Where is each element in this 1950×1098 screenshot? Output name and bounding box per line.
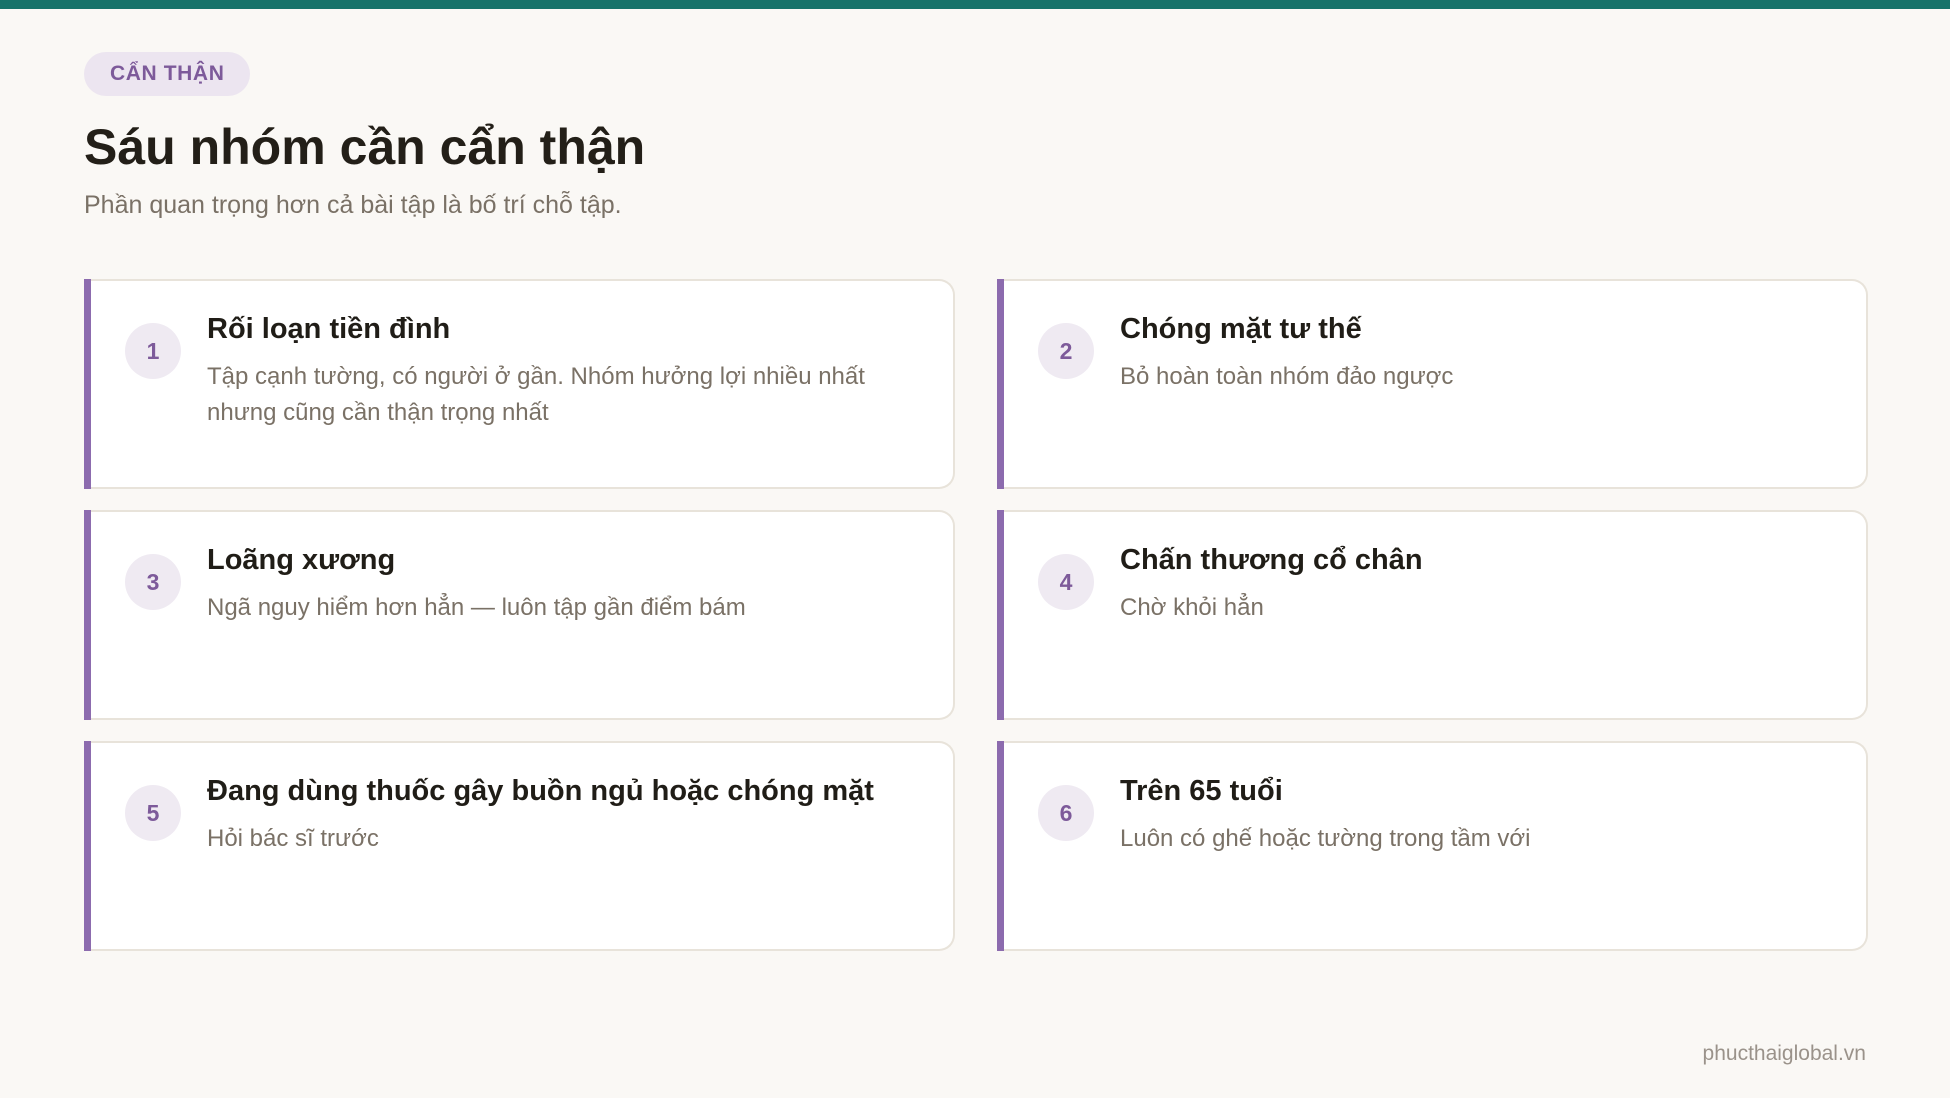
card-number-badge: 4 [1038,554,1094,610]
card-body: Trên 65 tuổi Luôn có ghế hoặc tường tron… [1120,773,1836,857]
card-4: 4 Chấn thương cổ chân Chờ khỏi hẳn [997,510,1868,720]
card-title: Rối loạn tiền đình [207,313,451,345]
card-body: Chấn thương cổ chân Chờ khỏi hẳn [1120,542,1836,626]
card-number-badge: 6 [1038,785,1094,841]
card-6: 6 Trên 65 tuổi Luôn có ghế hoặc tường tr… [997,741,1868,951]
footer-website: phucthaiglobal.vn [1702,1042,1866,1065]
top-accent-bar [0,0,1950,9]
card-5: 5 Đang dùng thuốc gây buồn ngủ hoặc chón… [84,741,955,951]
card-description: Ngã nguy hiểm hơn hẳn — luôn tập gần điể… [207,594,746,621]
card-title: Loãng xương [207,544,396,576]
page-subtitle: Phần quan trọng hơn cả bài tập là bố trí… [84,191,622,219]
card-description: Hỏi bác sĩ trước [207,825,379,852]
page-title: Sáu nhóm cần cẩn thận [84,119,646,175]
category-tag: CẨN THẬN [84,52,251,96]
card-description: Bỏ hoàn toàn nhóm đảo ngược [1120,363,1454,390]
card-number-badge: 5 [125,785,181,841]
card-number-badge: 3 [125,554,181,610]
card-description: Chờ khỏi hẳn [1120,594,1264,621]
card-title: Trên 65 tuổi [1120,775,1283,807]
card-1: 1 Rối loạn tiền đình Tập cạnh tường, có … [84,279,955,489]
card-2: 2 Chóng mặt tư thế Bỏ hoàn toàn nhóm đảo… [997,279,1868,489]
card-number-badge: 1 [125,323,181,379]
card-description: Luôn có ghế hoặc tường trong tầm với [1120,825,1531,852]
card-body: Chóng mặt tư thế Bỏ hoàn toàn nhóm đảo n… [1120,311,1836,395]
card-body: Rối loạn tiền đình Tập cạnh tường, có ng… [207,311,923,431]
card-description: Tập cạnh tường, có người ở gần. Nhóm hưở… [207,363,865,426]
card-title: Chóng mặt tư thế [1120,313,1362,345]
slide-content: CẨN THẬN Sáu nhóm cần cẩn thận Phần quan… [84,52,1868,951]
card-title: Đang dùng thuốc gây buồn ngủ hoặc chóng … [207,775,874,807]
card-body: Loãng xương Ngã nguy hiểm hơn hẳn — luôn… [207,542,923,626]
card-number-badge: 2 [1038,323,1094,379]
card-body: Đang dùng thuốc gây buồn ngủ hoặc chóng … [207,773,923,857]
card-3: 3 Loãng xương Ngã nguy hiểm hơn hẳn — lu… [84,510,955,720]
card-title: Chấn thương cổ chân [1120,544,1423,576]
cards-grid: 1 Rối loạn tiền đình Tập cạnh tường, có … [84,279,1868,951]
